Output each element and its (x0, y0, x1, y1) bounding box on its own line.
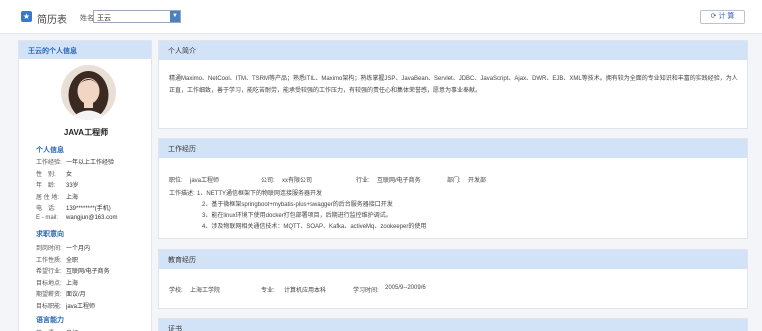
name-select-value: 王云 (97, 15, 111, 22)
personal-info-value: wangjun@163.com (66, 214, 118, 221)
job-intention-row: 工作性质: 全职 (36, 255, 78, 264)
education-title: 教育经历 (159, 250, 747, 269)
personal-info-row: 电 话: 139********(手机) (36, 203, 111, 212)
section-job-intention: 求职意向 (36, 231, 64, 238)
calculate-button[interactable]: ⟳ 计 算 (700, 10, 745, 24)
personal-info-key: 工作经验: (36, 160, 62, 166)
job-title: JAVA工程师 (63, 128, 109, 137)
edu-major-label: 专业: (261, 288, 275, 294)
intro-title: 个人简介 (159, 41, 747, 60)
job-intention-value: 互联网/电子商务 (66, 269, 110, 275)
work-item: 1、NETTY通信框架下的物联网连接服务器开发 (197, 191, 323, 197)
job-intention-key: 目标地点: (36, 280, 62, 287)
job-intention-row: 希望行业: 互联网/电子商务 (36, 266, 110, 275)
intro-card: 个人简介 精通Maximo、NetCool、ITM、TSRM等产品；熟悉ITIL… (158, 40, 748, 129)
certificate-card: 证书 (158, 318, 748, 331)
job-intention-value: java工程师 (66, 303, 96, 310)
left-profile-panel: 王云的个人信息 JAVA工程师 个人信息 工作经验: 一年以上工作经验性 别: 女年… (18, 40, 152, 331)
personal-info-value: 139********(手机) (66, 206, 111, 212)
star-icon: ★ (21, 11, 32, 22)
personal-info-row: 年 龄: 33岁 (36, 180, 79, 189)
profile-panel-title: 王云的个人信息 (19, 41, 151, 59)
personal-info-row: 居 住 地: 上海 (36, 192, 78, 201)
chevron-down-icon[interactable]: ▼ (170, 11, 180, 22)
personal-info-key: E - mail: (36, 214, 59, 221)
job-intention-value: 上海 (66, 280, 79, 287)
certificate-title: 证书 (159, 319, 747, 331)
section-personal-info: 个人信息 (36, 147, 64, 154)
job-intention-row: 目标地点: 上海 (36, 278, 78, 287)
job-intention-key: 工作性质: (36, 257, 62, 264)
edu-school: 上海工学院 (190, 288, 221, 294)
personal-info-row: 工作经验: 一年以上工作经验 (36, 157, 114, 166)
personal-info-key: 性 别: (36, 171, 56, 178)
edu-time-label: 学习时间: (353, 288, 379, 294)
personal-info-row: 性 别: 女 (36, 169, 72, 178)
education-card: 教育经历 学校: 上海工学院 专业: 计算机应用本科 学习时间: 2005/9-… (158, 249, 748, 309)
work-dept: 开发部 (468, 178, 487, 184)
personal-info-key: 年 龄: (36, 183, 56, 189)
name-label: 姓名 (80, 15, 94, 22)
work-position-label: 职位: (169, 178, 183, 184)
personal-info-value: 女 (66, 171, 73, 178)
job-intention-value: 面议/月 (66, 292, 86, 298)
avatar (61, 65, 116, 120)
job-intention-key: 希望行业: (36, 269, 62, 275)
work-industry-label: 行业: (356, 178, 370, 184)
top-bar: ★ 简历表 姓名 王云 ▼ ⟳ 计 算 (0, 0, 762, 34)
app-title: 简历表 (37, 15, 67, 26)
edu-time: 2005/9--2009/6 (385, 285, 426, 291)
personal-info-value: 上海 (66, 194, 79, 201)
job-intention-key: 期望薪资: (36, 292, 62, 298)
intro-text: 精通Maximo、NetCool、ITM、TSRM等产品；熟悉ITIL、Maxi… (169, 76, 738, 94)
personal-info-key: 居 住 地: (36, 194, 60, 201)
work-desc-label: 工作描述: (169, 191, 195, 197)
edu-school-label: 学校: (169, 288, 183, 294)
refresh-icon: ⟳ (710, 13, 717, 20)
job-intention-value: 全职 (66, 257, 79, 264)
job-intention-row: 目标职能: java工程师 (36, 301, 95, 310)
job-intention-value: 一个月内 (66, 246, 91, 252)
work-item: 3、能在linux环境下使用docker打包部署项目，后期进行监控维护调试。 (202, 213, 392, 219)
work-company-label: 公司: (261, 178, 275, 184)
personal-info-value: 33岁 (66, 183, 79, 189)
job-intention-row: 到岗时间: 一个月内 (36, 243, 90, 252)
section-language: 语言能力 (36, 317, 64, 324)
job-intention-key: 到岗时间: (36, 246, 62, 252)
work-item: 4、涉及物联网相关通信技术：MQTT、SOAP、Kafka、activeMq、z… (202, 224, 427, 230)
work-title: 工作经历 (159, 139, 747, 158)
personal-info-value: 一年以上工作经验 (66, 160, 115, 166)
personal-info-key: 电 话: (36, 206, 56, 212)
job-intention-row: 期望薪资: 面议/月 (36, 289, 86, 298)
name-select[interactable]: 王云 ▼ (93, 10, 181, 23)
work-position: java工程师 (190, 178, 220, 184)
calculate-button-label: 计 算 (718, 13, 735, 20)
work-item: 2、基于微框架springboot+mybatis-plus+swagger的后… (202, 202, 393, 208)
personal-info-row: E - mail: wangjun@163.com (36, 215, 117, 221)
work-card: 工作经历 职位: java工程师 公司: xx有限公司 行业: 互联网/电子商务… (158, 138, 748, 239)
job-intention-key: 目标职能: (36, 303, 62, 310)
edu-major: 计算机应用本科 (284, 288, 327, 294)
work-company: xx有限公司 (282, 178, 313, 184)
work-dept-label: 部门: (447, 178, 461, 184)
work-industry: 互联网/电子商务 (377, 178, 421, 184)
